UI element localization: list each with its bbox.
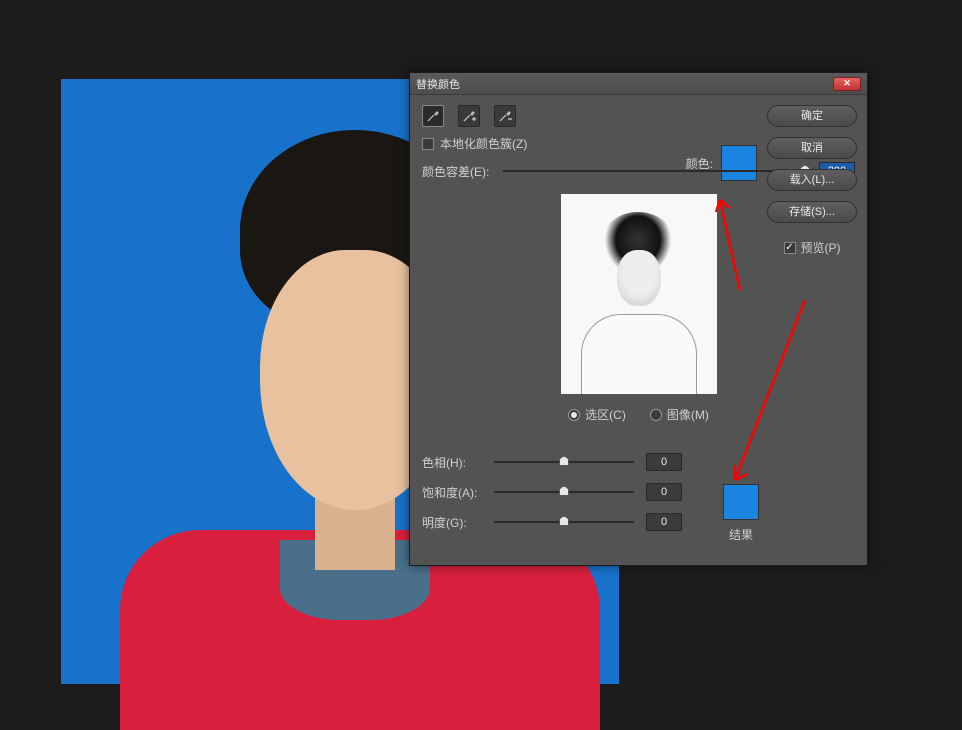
saturation-label: 饱和度(A): [422, 484, 482, 501]
save-button[interactable]: 存储(S)... [767, 201, 857, 223]
lightness-row: 明度(G): 0 [422, 513, 855, 531]
hue-slider-thumb[interactable] [559, 456, 569, 466]
selection-preview [561, 194, 717, 394]
dialog-button-panel: 确定 取消 载入(L)... 存储(S)... 预览(P) [767, 105, 857, 256]
eyedropper-minus-icon [498, 109, 512, 123]
lightness-value-input[interactable]: 0 [646, 513, 682, 531]
radio-selection[interactable] [568, 409, 580, 421]
fuzziness-slider[interactable] [503, 170, 805, 172]
color-label: 颜色: [686, 155, 713, 172]
eyedropper-button[interactable] [422, 105, 444, 127]
preview-checkbox-row: 预览(P) [767, 239, 857, 256]
radio-image-label: 图像(M) [667, 406, 709, 423]
close-button[interactable]: ✕ [833, 77, 861, 91]
eyedropper-plus-icon [462, 109, 476, 123]
hue-label: 色相(H): [422, 454, 482, 471]
localized-checkbox[interactable] [422, 138, 434, 150]
source-color-swatch[interactable] [721, 145, 757, 181]
radio-image[interactable] [650, 409, 662, 421]
lightness-label: 明度(G): [422, 514, 482, 531]
dialog-titlebar[interactable]: 替换颜色 ✕ [410, 73, 867, 95]
preview-checkbox[interactable] [784, 242, 796, 254]
result-label: 结果 [723, 526, 759, 543]
result-area: 结果 [723, 484, 759, 543]
saturation-slider[interactable] [494, 491, 634, 493]
load-button[interactable]: 载入(L)... [767, 169, 857, 191]
eyedropper-icon [426, 109, 440, 123]
close-icon: ✕ [843, 78, 851, 89]
fuzziness-label: 颜色容差(E): [422, 163, 489, 180]
radio-selection-label: 选区(C) [585, 406, 626, 423]
saturation-slider-thumb[interactable] [559, 486, 569, 496]
color-sample-row: 颜色: [686, 145, 757, 181]
saturation-value-input[interactable]: 0 [646, 483, 682, 501]
preview-checkbox-label: 预览(P) [801, 239, 841, 256]
eyedropper-subtract-button[interactable] [494, 105, 516, 127]
localized-label: 本地化颜色簇(Z) [440, 135, 527, 152]
hue-slider[interactable] [494, 461, 634, 463]
annotation-arrow-2 [725, 290, 815, 490]
preview-body-outline [581, 314, 697, 394]
preview-face [617, 250, 661, 306]
annotation-arrow-1 [710, 190, 750, 300]
eyedropper-add-button[interactable] [458, 105, 480, 127]
ok-button[interactable]: 确定 [767, 105, 857, 127]
radio-selection-item[interactable]: 选区(C) [568, 406, 626, 423]
lightness-slider[interactable] [494, 521, 634, 523]
hue-value-input[interactable]: 0 [646, 453, 682, 471]
radio-image-item[interactable]: 图像(M) [650, 406, 709, 423]
lightness-slider-thumb[interactable] [559, 516, 569, 526]
cancel-button[interactable]: 取消 [767, 137, 857, 159]
dialog-title: 替换颜色 [416, 76, 460, 92]
